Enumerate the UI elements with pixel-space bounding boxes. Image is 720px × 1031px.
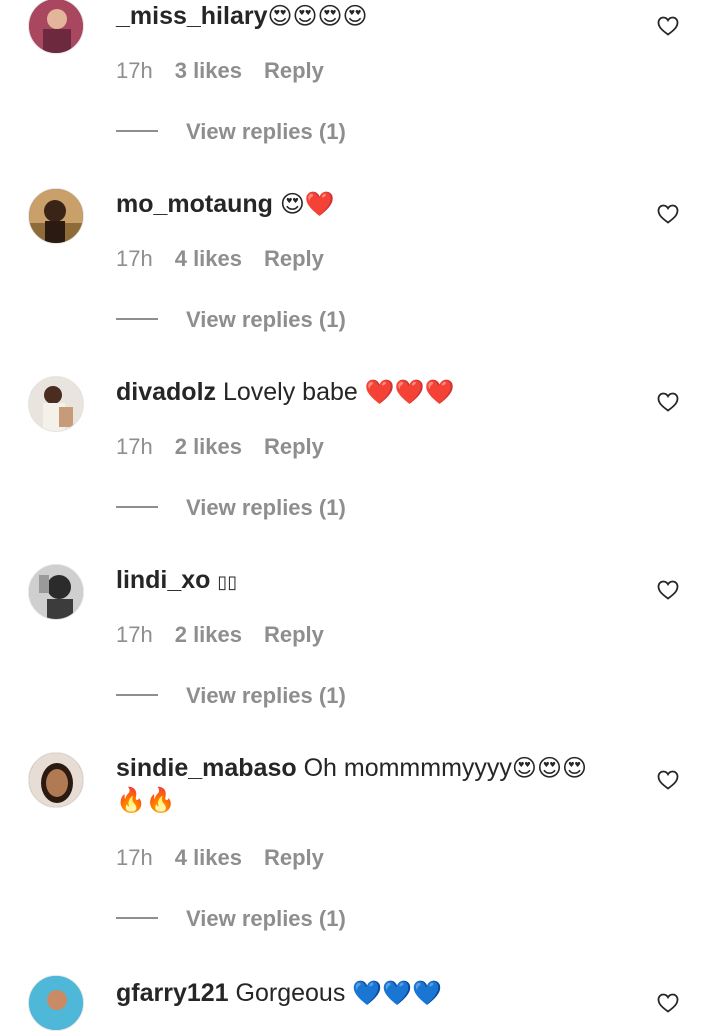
comment-emoji: ❤️❤️❤️ bbox=[364, 378, 455, 406]
view-replies-label: View replies (1) bbox=[186, 906, 346, 931]
comment-time: 17h bbox=[116, 845, 153, 870]
view-replies-button[interactable]: View replies (1) bbox=[116, 683, 346, 709]
comment-body: Lovely babe bbox=[216, 378, 365, 406]
replies-divider bbox=[116, 917, 158, 920]
comment-time: 17h bbox=[116, 434, 153, 459]
comment-likes[interactable]: 4 likes bbox=[175, 845, 242, 870]
view-replies-button[interactable]: View replies (1) bbox=[116, 906, 346, 932]
reply-button[interactable]: Reply bbox=[264, 58, 324, 83]
comment-meta: 17h 4 likes Reply bbox=[116, 246, 324, 272]
view-replies-button[interactable]: View replies (1) bbox=[116, 495, 346, 521]
comment-emoji: 😍❤️ bbox=[279, 190, 335, 218]
like-heart-icon[interactable] bbox=[656, 578, 680, 602]
reply-button[interactable]: Reply bbox=[264, 622, 324, 647]
like-heart-icon[interactable] bbox=[656, 991, 680, 1015]
comment-text: _miss_hilary😍😍😍😍 bbox=[116, 0, 636, 32]
avatar[interactable] bbox=[28, 188, 84, 244]
view-replies-button[interactable]: View replies (1) bbox=[116, 307, 346, 333]
comment-username[interactable]: sindie_mabaso bbox=[116, 754, 297, 782]
comment-meta: 17h 4 likes Reply bbox=[116, 845, 324, 871]
comment-likes[interactable]: 4 likes bbox=[175, 246, 242, 271]
avatar[interactable] bbox=[28, 752, 84, 808]
view-replies-label: View replies (1) bbox=[186, 307, 346, 332]
like-heart-icon[interactable] bbox=[656, 768, 680, 792]
comment-text: lindi_xo ▯▯ bbox=[116, 564, 636, 599]
comment-text: sindie_mabaso Oh mommmmyyyy😍😍😍 🔥🔥 bbox=[116, 752, 636, 816]
comment-meta: 17h 2 likes Reply bbox=[116, 622, 324, 648]
comment-text: divadolz Lovely babe ❤️❤️❤️ bbox=[116, 376, 636, 408]
comment-time: 17h bbox=[116, 622, 153, 647]
comment-meta: 17h 2 likes Reply bbox=[116, 434, 324, 460]
avatar[interactable] bbox=[28, 975, 84, 1031]
comment-text: gfarry121 Gorgeous 💙💙💙 bbox=[116, 977, 636, 1009]
comment-username[interactable]: _miss_hilary bbox=[116, 2, 268, 30]
like-heart-icon[interactable] bbox=[656, 14, 680, 38]
replies-divider bbox=[116, 694, 158, 697]
comment-username[interactable]: lindi_xo bbox=[116, 566, 210, 594]
avatar[interactable] bbox=[28, 376, 84, 432]
comment-emoji: ▯▯ bbox=[217, 572, 238, 593]
like-heart-icon[interactable] bbox=[656, 202, 680, 226]
like-heart-icon[interactable] bbox=[656, 390, 680, 414]
replies-divider bbox=[116, 130, 158, 133]
comment-username[interactable]: divadolz bbox=[116, 378, 216, 406]
reply-button[interactable]: Reply bbox=[264, 845, 324, 870]
comment-emoji: 😍😍😍😍 bbox=[267, 2, 368, 30]
replies-divider bbox=[116, 318, 158, 321]
reply-button[interactable]: Reply bbox=[264, 434, 324, 459]
comment-emoji: 😍😍😍 bbox=[511, 754, 587, 782]
comment-meta: 17h 3 likes Reply bbox=[116, 58, 324, 84]
comment-likes[interactable]: 3 likes bbox=[175, 58, 242, 83]
comment-time: 17h bbox=[116, 58, 153, 83]
replies-divider bbox=[116, 506, 158, 509]
avatar[interactable] bbox=[28, 564, 84, 620]
avatar[interactable] bbox=[28, 0, 84, 54]
comment-username[interactable]: gfarry121 bbox=[116, 979, 229, 1007]
comment-username[interactable]: mo_motaung bbox=[116, 190, 273, 218]
comment-emoji-line2: 🔥🔥 bbox=[116, 786, 176, 814]
reply-button[interactable]: Reply bbox=[264, 246, 324, 271]
comment-time: 17h bbox=[116, 246, 153, 271]
comment-text: mo_motaung 😍❤️ bbox=[116, 188, 636, 220]
view-replies-label: View replies (1) bbox=[186, 119, 346, 144]
comment-emoji: 💙💙💙 bbox=[352, 979, 442, 1007]
view-replies-button[interactable]: View replies (1) bbox=[116, 119, 346, 145]
comment-likes[interactable]: 2 likes bbox=[175, 434, 242, 459]
view-replies-label: View replies (1) bbox=[186, 683, 346, 708]
comment-body: Oh mommmmyyyy bbox=[296, 754, 512, 782]
view-replies-label: View replies (1) bbox=[186, 495, 346, 520]
comment-body: Gorgeous bbox=[228, 979, 353, 1007]
comment-likes[interactable]: 2 likes bbox=[175, 622, 242, 647]
